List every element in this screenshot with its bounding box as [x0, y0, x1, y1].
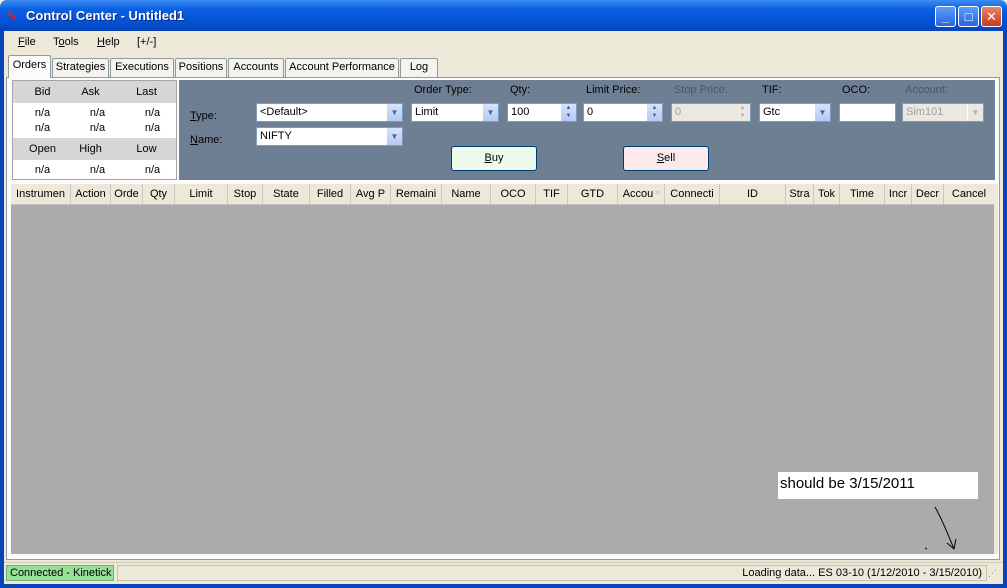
tab-positions[interactable]: Positions	[175, 58, 227, 77]
bid-value-2: n/a	[34, 122, 51, 134]
limit-price-label: Limit Price:	[586, 84, 641, 96]
connection-status: Connected - Kinetick	[6, 565, 114, 581]
maximize-icon: □	[964, 9, 973, 24]
chevron-down-icon: ▼	[814, 104, 830, 121]
col-oco[interactable]: OCO	[491, 184, 536, 204]
ask-value-2: n/a	[89, 122, 106, 134]
spin-arrows-icon[interactable]: ▲ ▼	[561, 104, 576, 121]
chevron-down-icon: ▼	[386, 128, 402, 145]
maximize-button[interactable]: □	[958, 6, 979, 27]
buy-button[interactable]: Buy	[451, 146, 537, 171]
low-value: n/a	[144, 164, 161, 176]
sell-button[interactable]: Sell	[623, 146, 709, 171]
grid-scrollbar[interactable]	[994, 184, 998, 554]
col-strategy[interactable]: Stra	[786, 184, 814, 204]
col-stop[interactable]: Stop	[228, 184, 263, 204]
menu-tools[interactable]: Tools	[53, 36, 79, 48]
col-token[interactable]: Tok	[814, 184, 840, 204]
account-label: Account:	[905, 84, 948, 96]
order-type-label: Order Type:	[414, 84, 472, 96]
col-remaining[interactable]: Remaini	[391, 184, 442, 204]
col-time[interactable]: Time	[840, 184, 885, 204]
last-header: Last	[136, 86, 157, 98]
ninja-logo-icon: ∿	[6, 7, 18, 23]
window-title: Control Center - Untitled1	[26, 8, 185, 23]
close-icon: ✕	[986, 9, 997, 24]
col-limit[interactable]: Limit	[175, 184, 228, 204]
annotation-note: should be 3/15/2011	[778, 472, 978, 499]
col-instrument[interactable]: Instrumen	[11, 184, 71, 204]
sort-arrow-icon: ^	[653, 190, 660, 199]
close-button[interactable]: ✕	[981, 6, 1002, 27]
window-frame-left	[0, 31, 4, 588]
stop-price-stepper: 0 ▲ ▼	[671, 103, 751, 122]
qty-label: Qty:	[510, 84, 531, 96]
col-action[interactable]: Action	[71, 184, 111, 204]
window-frame-right	[1003, 31, 1007, 588]
order-type-dropdown[interactable]: Limit ▼	[411, 103, 499, 122]
type-dropdown[interactable]: <Default> ▼	[256, 103, 403, 122]
low-header: Low	[136, 143, 157, 155]
orders-grid-body[interactable]	[11, 205, 994, 554]
menu-help[interactable]: Help	[97, 36, 120, 48]
tab-account-performance[interactable]: Account Performance	[285, 58, 399, 77]
tab-accounts[interactable]: Accounts	[228, 58, 284, 77]
ask-value: n/a	[89, 107, 106, 119]
last-value-2: n/a	[144, 122, 161, 134]
col-id[interactable]: ID	[720, 184, 786, 204]
chevron-down-icon: ▼	[967, 104, 983, 121]
chevron-down-icon: ▼	[482, 104, 498, 121]
col-gtd[interactable]: GTD	[568, 184, 618, 204]
tab-log[interactable]: Log	[400, 58, 438, 77]
resize-grip-icon[interactable]: ⋰	[988, 568, 1000, 580]
window-frame-bottom	[0, 584, 1007, 588]
oco-label: OCO:	[842, 84, 871, 96]
tab-executions[interactable]: Executions	[110, 58, 174, 77]
tab-strategies[interactable]: Strategies	[52, 58, 109, 77]
col-cancel[interactable]: Cancel	[944, 184, 994, 204]
high-header: High	[79, 143, 102, 155]
market-quote-box: Bid Ask Last n/a n/a n/a n/a n/a n/a Ope…	[12, 80, 177, 180]
status-message: Loading data... ES 03-10 (1/12/2010 - 3/…	[117, 565, 987, 581]
spin-arrows-icon: ▲ ▼	[735, 104, 750, 121]
oco-input[interactable]	[839, 103, 896, 122]
bid-header: Bid	[34, 86, 51, 98]
col-increase[interactable]: Incr	[885, 184, 912, 204]
last-value: n/a	[144, 107, 161, 119]
minimize-icon: _	[941, 9, 950, 24]
ask-header: Ask	[81, 86, 100, 98]
col-qty[interactable]: Qty	[143, 184, 175, 204]
tif-dropdown[interactable]: Gtc ▼	[759, 103, 831, 122]
qty-stepper[interactable]: 100 ▲ ▼	[507, 103, 577, 122]
menu-expand-toggle[interactable]: [+/-]	[137, 36, 156, 48]
name-label: Name:	[190, 134, 223, 146]
col-state[interactable]: State	[263, 184, 310, 204]
annotation-arrow-icon	[925, 506, 957, 550]
name-dropdown[interactable]: NIFTY ▼	[256, 127, 403, 146]
col-order-type[interactable]: Orde	[111, 184, 143, 204]
tif-label: TIF:	[762, 84, 782, 96]
chevron-down-icon: ▼	[386, 104, 402, 121]
col-tif[interactable]: TIF	[536, 184, 568, 204]
col-connection[interactable]: Connecti	[665, 184, 720, 204]
spin-arrows-icon[interactable]: ▲ ▼	[647, 104, 662, 121]
bid-value: n/a	[34, 107, 51, 119]
col-avg-price[interactable]: Avg P	[351, 184, 391, 204]
high-value: n/a	[89, 164, 106, 176]
col-filled[interactable]: Filled	[310, 184, 351, 204]
col-name[interactable]: Name	[442, 184, 491, 204]
stop-price-label: Stop Price:	[674, 84, 728, 96]
orders-grid-header: Instrumen Action Orde Qty Limit Stop Sta…	[11, 184, 994, 205]
account-dropdown: Sim101 ▼	[902, 103, 984, 122]
minimize-button[interactable]: _	[935, 6, 956, 27]
type-label: Type:	[190, 110, 217, 122]
col-account[interactable]: Accou ^	[618, 184, 665, 204]
open-value: n/a	[34, 164, 51, 176]
col-decrease[interactable]: Decr	[912, 184, 944, 204]
tab-orders[interactable]: Orders	[8, 55, 51, 78]
menu-file[interactable]: File	[18, 36, 36, 48]
open-header: Open	[29, 143, 56, 155]
limit-price-stepper[interactable]: 0 ▲ ▼	[583, 103, 663, 122]
